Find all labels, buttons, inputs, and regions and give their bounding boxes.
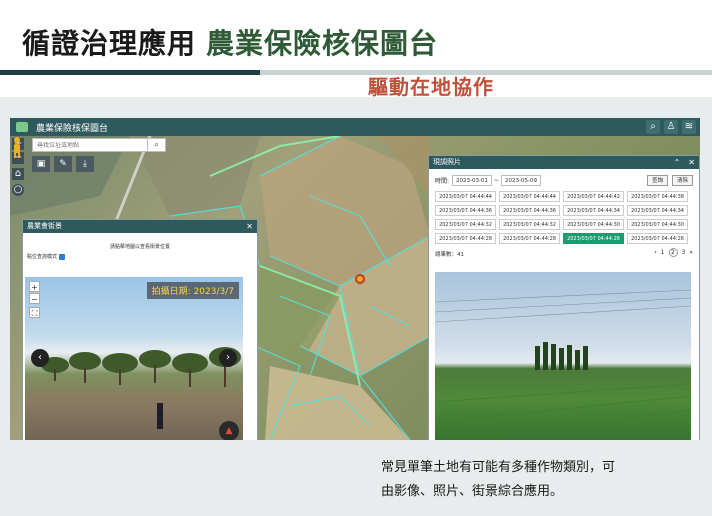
zoom-out-icon[interactable]: − — [29, 293, 40, 304]
photo-item[interactable]: 2023/03/07 04:44:30 — [563, 219, 624, 230]
last-page-button[interactable]: » — [689, 249, 693, 256]
close-icon[interactable]: ✕ — [688, 156, 695, 169]
slide-title-part2: 農業保險核保圖台 — [206, 27, 439, 60]
layers-icon[interactable]: ≋ — [682, 120, 696, 134]
slide-header: 循證治理應用 農業保險核保圖台 — [0, 0, 712, 75]
fullscreen-icon[interactable]: ⛶ — [29, 307, 40, 318]
date-from-input[interactable]: 2023-03-01 — [452, 175, 492, 186]
clear-button[interactable]: 清除 — [671, 175, 693, 186]
previous-arrow-icon[interactable]: ‹ — [31, 349, 49, 367]
locate-icon[interactable]: ○ — [12, 184, 24, 196]
zoom-in-icon[interactable]: + — [29, 281, 40, 292]
slide-title: 循證治理應用 農業保險核保圖台 — [22, 22, 438, 62]
next-arrow-icon[interactable]: › — [219, 349, 237, 367]
app-window: 農業保險核保圖台 ⌕ ♙ ≋ + − ⌂ ○ 尋找位址或地點 ⌕ ▣ ✎ ⤓ 農… — [10, 118, 700, 440]
pagination: ‹ 1 2 3» — [654, 248, 693, 257]
app-topbar: 農業保險核保圖台 ⌕ ♙ ≋ — [10, 118, 700, 136]
page-button[interactable]: 1 — [661, 249, 665, 256]
search-input[interactable] — [37, 141, 148, 149]
photo-item[interactable]: 2023/03/07 04:44:36 — [499, 205, 560, 216]
prev-page-button[interactable]: ‹ — [654, 249, 656, 256]
photo-item[interactable]: 2023/03/07 04:44:32 — [435, 219, 496, 230]
streetview-hint: 請點擊地圖以查看街景位置 — [109, 244, 170, 250]
map-search: ⌕ — [32, 138, 166, 152]
field-scene — [435, 289, 691, 440]
streetview-image[interactable]: 拍攝日期: 2023/3/7 + − ⛶ ‹ › ▲ — [25, 277, 243, 440]
photo-item[interactable]: 2023/03/07 04:44:36 — [435, 205, 496, 216]
photo-list: 2023/03/07 04:44:44 2023/03/07 04:44:44 20… — [435, 191, 699, 244]
home-icon[interactable]: ⌂ — [12, 168, 24, 180]
streetview-header: 農業會街景 ✕ — [23, 220, 257, 233]
photos-header: 現調照片 ⌃ ✕ — [429, 156, 699, 169]
photo-item[interactable]: 2023/03/07 04:44:30 — [627, 219, 688, 230]
app-title: 農業保險核保圖台 — [36, 123, 109, 134]
person-icon[interactable] — [10, 136, 24, 160]
pin-icon[interactable]: ⤓ — [76, 156, 94, 172]
photo-item[interactable]: 2023/03/07 04:44:28 — [435, 233, 496, 244]
streetview-title: 農業會街景 — [27, 222, 62, 230]
photo-item[interactable]: 2023/03/07 04:44:28 — [499, 233, 560, 244]
position-mode-checkbox[interactable] — [59, 253, 66, 260]
slide-subtitle: 驅動在地協作 — [368, 75, 494, 99]
selected-photo[interactable] — [435, 272, 691, 440]
camera-icon[interactable]: ▣ — [32, 156, 50, 172]
position-mode-label: 點位查詢模式 — [27, 254, 58, 260]
photo-item[interactable]: 2023/03/07 04:44:34 — [627, 205, 688, 216]
photo-item[interactable]: 2023/03/07 04:44:44 — [499, 191, 560, 202]
header-divider-accent — [0, 70, 260, 75]
orchard-scene — [41, 347, 241, 429]
date-separator: ~ — [494, 177, 500, 184]
photos-title: 現調照片 — [433, 158, 461, 166]
location-marker-icon[interactable] — [355, 274, 365, 284]
close-icon[interactable]: ✕ — [246, 220, 253, 233]
photo-date-label: 拍攝日期: 2023/3/7 — [146, 282, 239, 299]
position-mode: 點位查詢模式 — [27, 253, 257, 260]
photo-item[interactable]: 2023/03/07 04:44:34 — [563, 205, 624, 216]
query-button[interactable]: 查詢 — [646, 175, 668, 186]
photos-filter: 時間: 2023-03-01 ~ 2023-05-09 查詢 清除 — [435, 175, 699, 186]
person-icon[interactable]: ♙ — [664, 120, 678, 134]
slide-caption: 常見單筆土地有可能有多種作物類別，可 由影像、照片、街景綜合應用。 — [381, 460, 616, 499]
street-view-icon[interactable]: ⌕ — [646, 120, 660, 134]
total-count: 總筆數：41 — [435, 252, 464, 258]
search-icon[interactable]: ⌕ — [147, 138, 165, 152]
page-button[interactable]: 2 — [668, 248, 678, 257]
photo-item[interactable]: 2023/03/07 04:44:32 — [499, 219, 560, 230]
map-view[interactable]: + − ⌂ ○ ⌕ ▣ ✎ ⤓ 農業會街景 ✕ 請點擊地圖以查看街景位置 點位查… — [10, 136, 700, 440]
photos-footer: 總筆數：41 ‹ 1 2 3» — [435, 248, 693, 260]
compass-icon[interactable]: ▲ — [219, 421, 239, 440]
app-logo-icon — [16, 122, 28, 132]
topbar-tools: ⌕ ♙ ≋ — [646, 120, 696, 134]
photos-panel: 現調照片 ⌃ ✕ 時間: 2023-03-01 ~ 2023-05-09 查詢 … — [428, 155, 700, 440]
slide-title-part1: 循證治理應用 — [22, 27, 197, 60]
pencil-icon[interactable]: ✎ — [54, 156, 72, 172]
photo-item[interactable]: 2023/03/07 04:44:26 — [563, 233, 624, 244]
photo-item[interactable]: 2023/03/07 04:44:42 — [563, 191, 624, 202]
photo-item[interactable]: 2023/03/07 04:44:44 — [435, 191, 496, 202]
page-button[interactable]: 3 — [682, 249, 686, 256]
time-label: 時間: — [435, 178, 450, 185]
photo-item[interactable]: 2023/03/07 04:44:38 — [627, 191, 688, 202]
streetview-panel: 農業會街景 ✕ 請點擊地圖以查看街景位置 點位查詢模式 拍攝日期: 2023/3… — [22, 219, 258, 440]
photo-item[interactable]: 2023/03/07 04:44:26 — [627, 233, 688, 244]
date-to-input[interactable]: 2023-05-09 — [501, 175, 541, 186]
collapse-icon[interactable]: ⌃ — [674, 156, 681, 169]
